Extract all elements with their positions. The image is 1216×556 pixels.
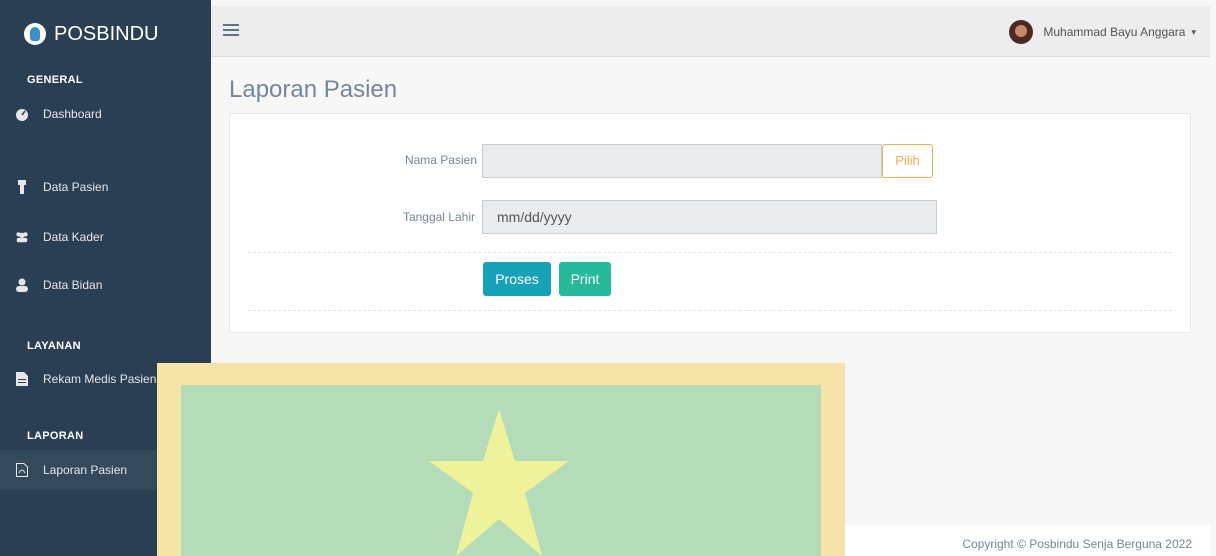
users-icon [15,230,29,244]
page-title: Laporan Pasien [229,76,398,103]
pilih-button[interactable]: Pilih [882,144,933,178]
sidebar-item-data-kader[interactable]: Data Kader [0,217,211,257]
proses-button[interactable]: Proses [483,262,551,296]
sidebar-item-label: Laporan Pasien [43,463,128,477]
nama-pasien-input[interactable] [482,144,882,178]
brand-name: POSBINDU [54,22,159,45]
sidebar-item-data-pasien[interactable]: Data Pasien [0,167,211,207]
posbindu-logo-icon [24,23,46,45]
print-button[interactable]: Print [559,262,611,296]
nama-pasien-label: Nama Pasien [404,153,477,167]
dashboard-icon [15,107,29,121]
section-title-general: GENERAL [27,74,83,86]
pdf-file-icon [15,463,29,477]
chevron-down-icon: ▾ [1191,26,1196,37]
sidebar-item-data-bidan[interactable]: Data Bidan [0,265,211,305]
tanggal-lahir-input[interactable]: mm/dd/yyyy [482,200,937,234]
user-menu[interactable]: Muhammad Bayu Anggara ▾ [1009,20,1196,44]
avatar [1009,20,1034,44]
sidebar-item-label: Data Pasien [43,180,109,194]
user-icon [15,180,29,194]
footer: Copyright © Posbindu Senja Berguna 2022 [845,525,1210,556]
user-icon [15,278,29,292]
tanggal-lahir-label: Tanggal Lahir [402,210,475,224]
section-title-laporan: LAPORAN [27,430,84,442]
star-icon [429,409,569,556]
sidebar-item-label: Data Kader [43,230,104,244]
sidebar-item-label: Rekam Medis Pasien [43,372,157,386]
divider [248,252,1172,253]
top-navbar: Muhammad Bayu Anggara ▾ [211,6,1210,57]
brand[interactable]: POSBINDU [0,6,211,62]
user-name: Muhammad Bayu Anggara [1043,25,1186,39]
sidebar-item-label: Dashboard [43,107,102,121]
hamburger-icon[interactable] [223,24,239,36]
sidebar-item-dashboard[interactable]: Dashboard [0,94,211,134]
file-icon [15,372,29,386]
sidebar-item-label: Data Bidan [43,278,103,292]
section-title-layanan: LAYANAN [27,340,81,352]
divider [248,310,1172,311]
